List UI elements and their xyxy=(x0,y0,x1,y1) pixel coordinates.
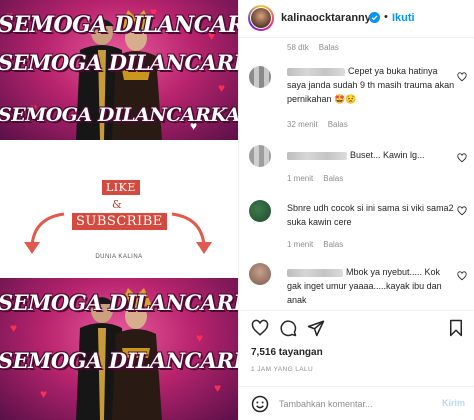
post-actions xyxy=(239,310,474,344)
comment-meta: 58 dtk Balas xyxy=(287,43,339,52)
video-frame-bottom: ♥ ♥ ♥ ♥ ♥ SEMOGA DILANCARKAN SEMOGA DILA… xyxy=(0,278,238,420)
video-frame-top: ♥ ♥ ♥ ♥ ♥ ♥ ♥ ♥ SEMOGA DILANCARKAN SEMOG… xyxy=(0,0,238,140)
follow-button[interactable]: Ikuti xyxy=(392,12,415,24)
comment-age: 58 dtk xyxy=(287,43,309,52)
commenter-avatar[interactable] xyxy=(249,200,271,222)
comments-panel: kalinaocktaranny • Ikuti 58 dtk Balas Cep… xyxy=(238,0,474,420)
commenter-avatar[interactable] xyxy=(249,66,271,88)
add-comment-bar: Kirim xyxy=(239,386,474,420)
post-header: kalinaocktaranny • Ikuti xyxy=(239,0,474,38)
subscribe-label: SUBSCRIBE xyxy=(72,213,167,230)
reply-link[interactable]: Balas xyxy=(323,240,343,249)
video-banner-text: SEMOGA DILANCARKAN xyxy=(0,12,238,38)
post-time: 1 JAM YANG LALU xyxy=(251,366,314,373)
comment-input[interactable] xyxy=(279,396,429,412)
comment-age: 32 menit xyxy=(287,120,318,129)
reply-link[interactable]: Balas xyxy=(319,43,339,52)
channel-label: DUNIA KALINA xyxy=(95,254,143,260)
reply-link[interactable]: Balas xyxy=(323,174,343,183)
heart-decoration: ♥ xyxy=(40,387,48,401)
heart-decoration: ♥ xyxy=(10,321,18,335)
separator-dot: • xyxy=(384,11,388,23)
like-label: LIKE xyxy=(102,180,140,195)
video-banner-text: SEMOGA DILANCARKAN xyxy=(0,104,238,126)
share-icon[interactable] xyxy=(307,319,325,337)
view-count[interactable]: 7,516 tayangan xyxy=(251,347,323,358)
like-comment-heart-icon[interactable] xyxy=(457,153,467,163)
commenter-avatar[interactable] xyxy=(249,263,271,285)
heart-icon[interactable] xyxy=(251,319,269,337)
video-banner-text: SEMOGA DILANCARKAN xyxy=(0,348,238,373)
like-comment-heart-icon[interactable] xyxy=(457,72,467,82)
username[interactable]: kalinaocktaranny xyxy=(281,12,371,24)
comment-text: Buset... Kawin lg... xyxy=(350,150,425,160)
emoji-icon[interactable] xyxy=(251,395,269,413)
avatar[interactable] xyxy=(248,5,274,31)
send-button[interactable]: Kirim xyxy=(442,398,465,408)
reply-link[interactable]: Balas xyxy=(328,120,348,129)
heart-decoration: ♥ xyxy=(214,381,222,395)
heart-decoration: ♥ xyxy=(218,81,226,95)
comment-meta: 32 menit Balas xyxy=(287,120,348,129)
commenter-avatar[interactable] xyxy=(249,145,271,167)
video-banner-text: SEMOGA DILANCARKAN xyxy=(0,290,238,315)
verified-icon xyxy=(369,12,380,23)
comment-meta: 1 menit Balas xyxy=(287,174,343,183)
like-comment-heart-icon[interactable] xyxy=(457,206,467,216)
like-comment-heart-icon[interactable] xyxy=(457,271,467,281)
comment-age: 1 menit xyxy=(287,174,314,183)
subscribe-card: LIKE & SUBSCRIBE DUNIA KALINA xyxy=(0,140,238,278)
comment-age: 1 menit xyxy=(287,240,314,249)
comment-icon[interactable] xyxy=(279,319,297,337)
comment-meta: 1 menit Balas xyxy=(287,240,343,249)
bookmark-icon[interactable] xyxy=(447,319,465,337)
heart-decoration: ♥ xyxy=(196,331,204,345)
ampersand-label: & xyxy=(112,198,122,211)
curved-arrow-left xyxy=(24,212,65,254)
post-media[interactable]: ♥ ♥ ♥ ♥ ♥ ♥ ♥ ♥ SEMOGA DILANCARKAN SEMOG… xyxy=(0,0,238,420)
video-banner-text: SEMOGA DILANCARKAN xyxy=(0,50,238,75)
comment-text: Sbnre udh cocok si ini sama si viki sama… xyxy=(287,203,454,227)
commenter-name-blurred[interactable] xyxy=(287,67,345,76)
commenter-name-blurred[interactable] xyxy=(287,151,347,160)
curved-arrow-right xyxy=(171,212,212,254)
commenter-name-blurred[interactable] xyxy=(287,268,343,277)
